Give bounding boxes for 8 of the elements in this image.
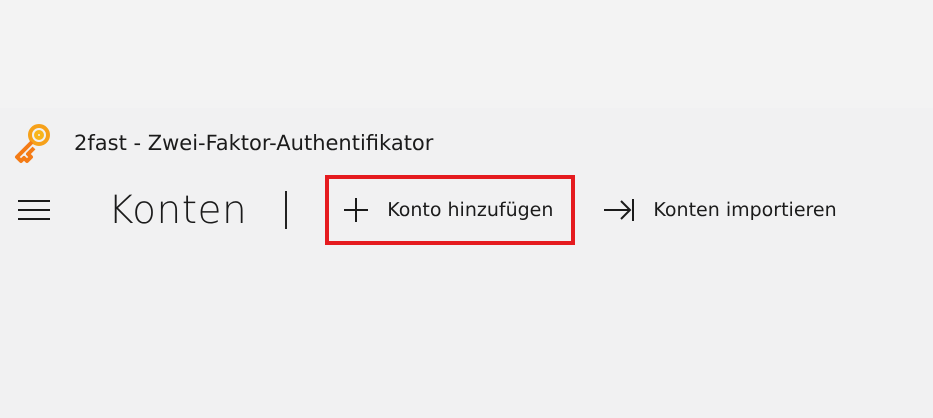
key-icon xyxy=(12,122,52,164)
menu-icon[interactable] xyxy=(18,199,50,221)
add-account-button[interactable]: Konto hinzufügen xyxy=(325,175,576,245)
page-title: Konten xyxy=(108,188,248,232)
import-button[interactable]: Konten importieren xyxy=(585,175,859,245)
arrow-to-line-icon xyxy=(603,198,636,222)
plus-icon xyxy=(343,197,370,223)
window-title: 2fast - Zwei-Faktor-Authentifikator xyxy=(74,131,434,155)
